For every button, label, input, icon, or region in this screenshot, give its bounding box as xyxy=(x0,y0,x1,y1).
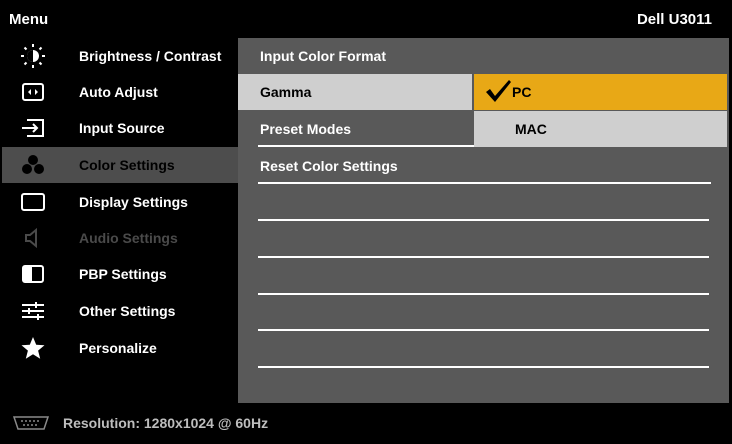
other-settings-icon xyxy=(22,302,44,320)
option-label: Gamma xyxy=(260,84,312,100)
menu-item-label: Audio Settings xyxy=(79,230,178,246)
menu-item-label: Other Settings xyxy=(79,303,176,319)
option-label: Input Color Format xyxy=(260,48,386,64)
menu-item-label: Input Source xyxy=(79,120,165,136)
star-icon xyxy=(21,337,45,359)
menu-title: Menu xyxy=(9,11,49,28)
option-gamma[interactable]: Gamma xyxy=(238,74,472,110)
checkmark-icon xyxy=(486,80,511,102)
pbp-settings-icon xyxy=(22,265,44,283)
row-divider xyxy=(258,145,474,147)
menu-item-auto-adjust[interactable]: Auto Adjust xyxy=(2,74,238,110)
row-divider xyxy=(258,256,709,258)
monitor-osd: Menu Dell U3011 Brightness / Contrast Au… xyxy=(0,0,732,444)
row-divider xyxy=(258,219,709,221)
menu-item-brightness-contrast[interactable]: Brightness / Contrast xyxy=(2,38,238,74)
row-divider xyxy=(258,329,709,331)
menu-item-label: Display Settings xyxy=(79,194,188,210)
option-input-color-format[interactable]: Input Color Format xyxy=(238,38,729,74)
option-label: Preset Modes xyxy=(260,121,352,137)
speaker-icon xyxy=(25,227,37,249)
auto-adjust-icon xyxy=(22,83,44,101)
osd-header: Menu Dell U3011 xyxy=(2,2,730,36)
option-reset-color-settings[interactable]: Reset Color Settings xyxy=(238,148,729,184)
row-divider xyxy=(258,293,709,295)
menu-item-label: PBP Settings xyxy=(79,266,167,282)
main-menu: Brightness / Contrast Auto Adjust Input … xyxy=(2,38,238,403)
row-divider xyxy=(258,182,711,184)
menu-item-audio-settings: Audio Settings xyxy=(2,220,238,256)
gamma-option-mac[interactable]: MAC xyxy=(474,111,727,147)
vga-connector-icon xyxy=(12,416,50,430)
model-name: Dell U3011 xyxy=(636,11,712,28)
row-divider xyxy=(258,366,709,368)
display-settings-icon xyxy=(21,193,45,211)
menu-item-label: Personalize xyxy=(79,340,157,356)
menu-item-label: Color Settings xyxy=(79,157,175,173)
menu-item-display-settings[interactable]: Display Settings xyxy=(2,184,238,220)
menu-item-pbp-settings[interactable]: PBP Settings xyxy=(2,256,238,292)
menu-item-color-settings[interactable]: Color Settings xyxy=(2,147,238,183)
menu-item-label: Brightness / Contrast xyxy=(79,48,222,64)
gamma-option-label: PC xyxy=(512,84,532,100)
menu-item-label: Auto Adjust xyxy=(79,84,158,100)
resolution-text: Resolution: 1280x1024 @ 60Hz xyxy=(63,415,269,431)
status-bar: Resolution: 1280x1024 @ 60Hz xyxy=(2,404,730,442)
brightness-icon xyxy=(21,44,45,68)
input-source-icon xyxy=(22,119,44,137)
color-settings-icon xyxy=(22,155,44,174)
option-label: Reset Color Settings xyxy=(260,158,398,174)
gamma-option-label: MAC xyxy=(515,121,547,137)
gamma-option-pc[interactable]: PC xyxy=(474,74,727,110)
color-settings-panel: Input Color Format Gamma PC Preset Modes… xyxy=(238,38,729,403)
menu-item-other-settings[interactable]: Other Settings xyxy=(2,293,238,329)
menu-item-input-source[interactable]: Input Source xyxy=(2,110,238,146)
menu-item-personalize[interactable]: Personalize xyxy=(2,330,238,366)
